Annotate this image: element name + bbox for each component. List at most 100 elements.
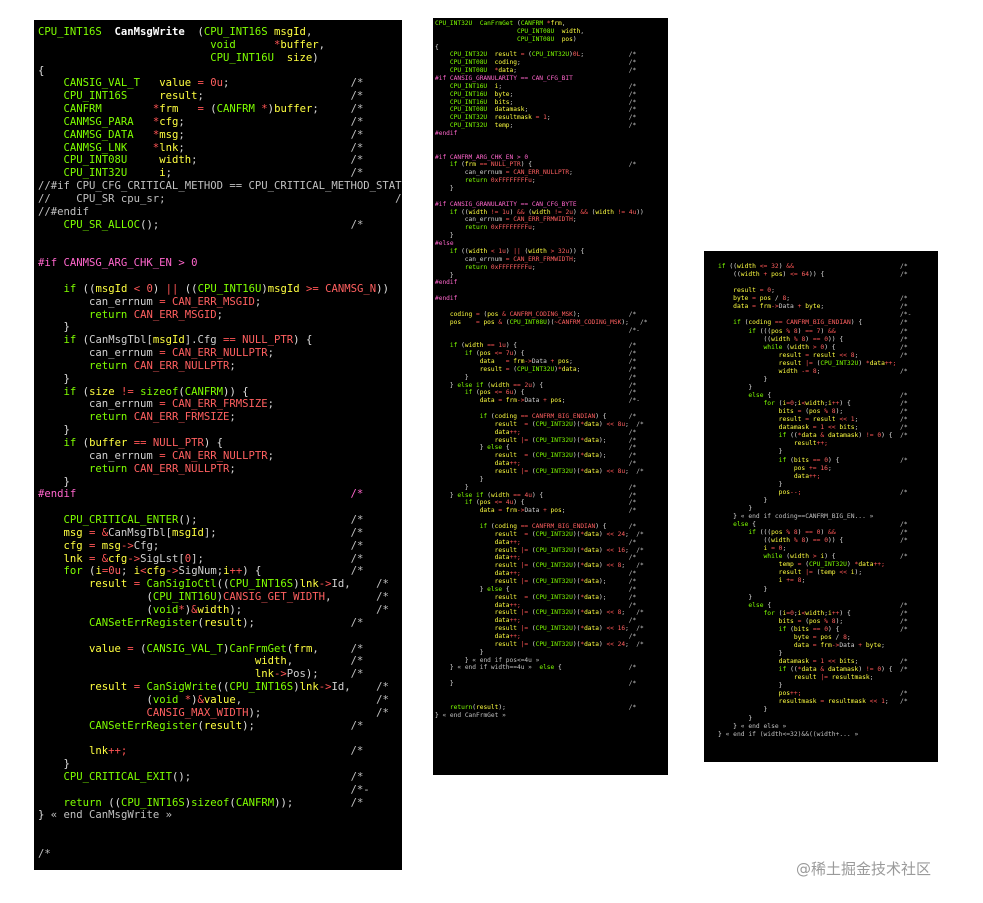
code-line: (CPU_INT16U)CANSIG_GET_WIDTH, /*: [146, 591, 389, 604]
code-line: /*: [38, 848, 51, 860]
code-line: if (bits == 0) { /*: [778, 456, 908, 464]
code-line: CPU_INT32U resultmask = 1; /*: [449, 114, 637, 122]
code-line: bits = (pos % 8); /*: [778, 408, 908, 416]
code-line: } « end if pos<=4u »: [464, 656, 540, 664]
code-line: pos++; /*: [778, 690, 908, 698]
code-line: CPU_INT08U pos): [516, 35, 577, 43]
code-line: pos = pos & (CPU_INT08U)(~CANFRM_CODING_…: [449, 318, 648, 326]
code-line: }: [479, 648, 484, 656]
code-line: if ((width != 1u) && (width != 2u) && (w…: [449, 208, 644, 216]
code-line: }: [449, 232, 454, 240]
code-line: CANSetErrRegister(result); /*: [89, 719, 364, 732]
code-line: for (i=0u; i<cfg->SigNum;i++) { /*: [63, 565, 364, 578]
code-line: }: [63, 372, 70, 385]
code-line: else { /*: [748, 392, 908, 399]
code-line: CANMSG_LNK *lnk; /*: [63, 141, 364, 154]
code-line: result = (CPU_INT32U)(*data); /*: [494, 593, 637, 601]
code-line: data++; /*: [494, 554, 637, 562]
code-line: void *buffer,: [210, 38, 326, 51]
code-line: can_errnum = CAN_ERR_NULLPTR;: [435, 169, 573, 177]
code-line: }: [763, 585, 768, 593]
code-line: /*-: [350, 783, 370, 796]
code-line: #if CANSIG_GRANULARITY == CAN_CFG_BYTE: [435, 200, 577, 208]
code-line: CPU_INT32U temp; /*: [449, 122, 637, 130]
code-line: CANSIG_MAX_WIDTH); /*: [146, 706, 389, 719]
code-line: CANSetErrRegister(result); /*: [89, 616, 364, 629]
code-line: }: [748, 383, 753, 391]
code-line: // CPU_SR cpu_sr; /: [38, 192, 402, 205]
code-line: if (((pos % 8) == 7) && /*: [748, 327, 908, 335]
code-line: for (i=0;i<width;i++) { /*: [763, 400, 908, 408]
code-line: if (pos <= 6u) { /*: [464, 389, 637, 397]
code-line: } else { /*: [479, 585, 637, 593]
code-line: lnk++; /*: [89, 745, 364, 758]
code-line: byte = pos / 8; /*: [733, 295, 908, 303]
code-line: result |= (CPU_INT32U)(*data) << 8; /*: [494, 562, 644, 570]
code-line: result |= (CPU_INT32U) *data++;: [778, 359, 897, 367]
code-line: resultmask = resultmask << 1; /*: [778, 698, 908, 706]
code-line: }: [778, 650, 783, 657]
code-line: return 0xFFFFFFFFu;: [464, 224, 536, 232]
code-line: }: [63, 321, 70, 334]
code-line: data++; /*: [494, 428, 637, 436]
code-line: }: [748, 714, 753, 722]
code-line: ​: [435, 146, 647, 154]
code-line: return CAN_ERR_FRMSIZE;: [89, 411, 236, 424]
code-line: ​: [435, 138, 647, 146]
code-line: byte = pos / 8;: [793, 633, 851, 641]
code-line: } else { /*: [479, 444, 637, 452]
code-line: if ((width < 1u) || (width > 32u)) {: [449, 247, 585, 255]
code-line: data = frm->Data + byte;: [793, 641, 885, 649]
code-line: }: [763, 706, 768, 714]
code-line: if (width == 1u) { /*: [449, 342, 637, 350]
code-line: #else: [435, 240, 454, 248]
code-line: while (width > 0) { /*: [763, 343, 908, 351]
code-line: data++; /*: [494, 617, 637, 625]
code-line: } « end CanMsgWrite »: [38, 809, 172, 822]
code-line: #endif: [435, 130, 458, 138]
code-line: result |= (CPU_INT32U)(*data) << 16; /*: [494, 625, 644, 633]
code-line: {: [38, 64, 45, 77]
code-line: if (buffer == NULL_PTR) {: [63, 437, 224, 449]
code-line: data = frm->Data + byte; /*: [733, 303, 908, 311]
code-line: result = result << 8; /*: [778, 351, 908, 359]
code-line: data++; /*: [494, 538, 637, 546]
code-line: }: [778, 682, 783, 690]
code-line: lnk = &cfg->SigLst[0]; /*: [63, 552, 364, 565]
code-line: data++;: [793, 472, 821, 480]
code-line: }: [763, 496, 768, 504]
code-line: CPU_SR_ALLOC(); /*: [63, 218, 364, 231]
code-line: msg = &CanMsgTbl[msgId]; /*: [63, 526, 364, 539]
code-line: if (pos <= 7u) { /*: [464, 350, 637, 358]
code-line: ​: [38, 835, 402, 848]
code-panel-can-frm-get: CPU_INT32U CanFrmGet (CANFRM *frm, CPU_I…: [433, 18, 668, 775]
code-line: } /*: [464, 373, 637, 381]
code-line: CANSIG_VAL_T value = 0u; /*: [63, 77, 364, 90]
code-line: CANMSG_DATA *msg; /*: [63, 128, 364, 141]
code-line: }: [763, 375, 768, 383]
code-line: }: [63, 424, 70, 437]
code-line: } else if (width == 2u) { /*: [449, 381, 637, 389]
code-line: ​: [38, 630, 402, 643]
code-line: ​: [38, 270, 402, 283]
code-line: {: [435, 43, 439, 51]
code-line: if ((msgId < 0) || ((CPU_INT16U)msgId >=…: [63, 282, 389, 295]
code-line: result |= (CPU_INT32U)(*data) << 16; /*: [494, 546, 644, 554]
code-line: result = (CPU_INT32U)(*data) << 24; /*: [494, 530, 644, 538]
code-line: CANFRM *frm = (CANFRM *)buffer; /*: [63, 103, 364, 116]
code-line: if (coding == CANFRM_BIG_ENDIAN) { /*: [733, 319, 908, 327]
code-line: //#endif: [38, 205, 90, 218]
code-line: ((width + pos) <= 64)) { /*: [733, 271, 908, 279]
code-line: data++; /*: [494, 601, 637, 609]
code-line: result++;: [793, 440, 828, 448]
code-line: data++; /*: [494, 633, 637, 641]
code-line: can_errnum = CAN_ERR_NULLPTR;: [38, 347, 275, 360]
code-line: CPU_INT08U coding; /*: [449, 59, 637, 67]
code-line: result |= (temp << i);: [778, 569, 863, 577]
code-line: }: [449, 271, 454, 279]
code-listing: CPU_INT32U CanFrmGet (CANFRM *frm, CPU_I…: [435, 20, 647, 719]
code-line: if (frm == NULL_PTR) { /*: [449, 161, 637, 169]
code-line: if (bits == 0) { /*: [778, 625, 908, 633]
code-line: CPU_INT08U *data; /*: [449, 67, 637, 75]
code-line: ((width % 8) == 0)) { /*: [763, 335, 908, 343]
